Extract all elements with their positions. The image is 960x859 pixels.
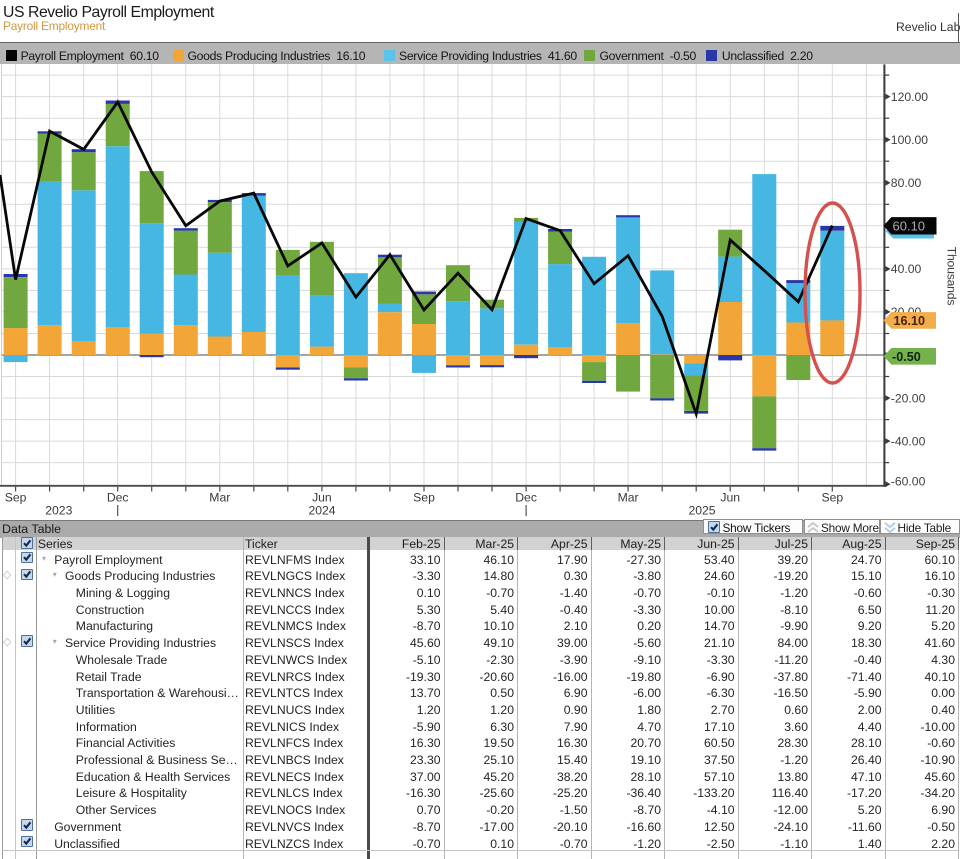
svg-text:-40.00: -40.00 xyxy=(891,434,926,448)
svg-text:2023: 2023 xyxy=(45,504,72,518)
svg-text:120.00: 120.00 xyxy=(891,90,928,104)
svg-text:-0.50: -0.50 xyxy=(892,350,921,364)
svg-text:Sep: Sep xyxy=(5,491,27,505)
svg-text:Dec: Dec xyxy=(107,491,129,505)
svg-text:Sep: Sep xyxy=(413,491,435,505)
svg-text:Jun: Jun xyxy=(720,491,740,505)
svg-text:Dec: Dec xyxy=(515,491,537,505)
svg-text:Sep: Sep xyxy=(821,491,843,505)
svg-text:100.00: 100.00 xyxy=(891,133,928,147)
svg-text:Mar: Mar xyxy=(618,491,639,505)
svg-text:Jun: Jun xyxy=(312,491,332,505)
svg-text:-20.00: -20.00 xyxy=(891,391,926,405)
svg-text:80.00: 80.00 xyxy=(891,176,922,190)
svg-text:2024: 2024 xyxy=(308,504,335,518)
svg-text:Thousands: Thousands xyxy=(945,247,959,306)
svg-text:-60.00: -60.00 xyxy=(891,475,926,489)
svg-text:40.00: 40.00 xyxy=(891,262,922,276)
svg-text:2025: 2025 xyxy=(688,504,715,518)
svg-text:Mar: Mar xyxy=(209,491,230,505)
svg-text:16.10: 16.10 xyxy=(894,314,926,328)
svg-text:60.10: 60.10 xyxy=(893,218,926,233)
